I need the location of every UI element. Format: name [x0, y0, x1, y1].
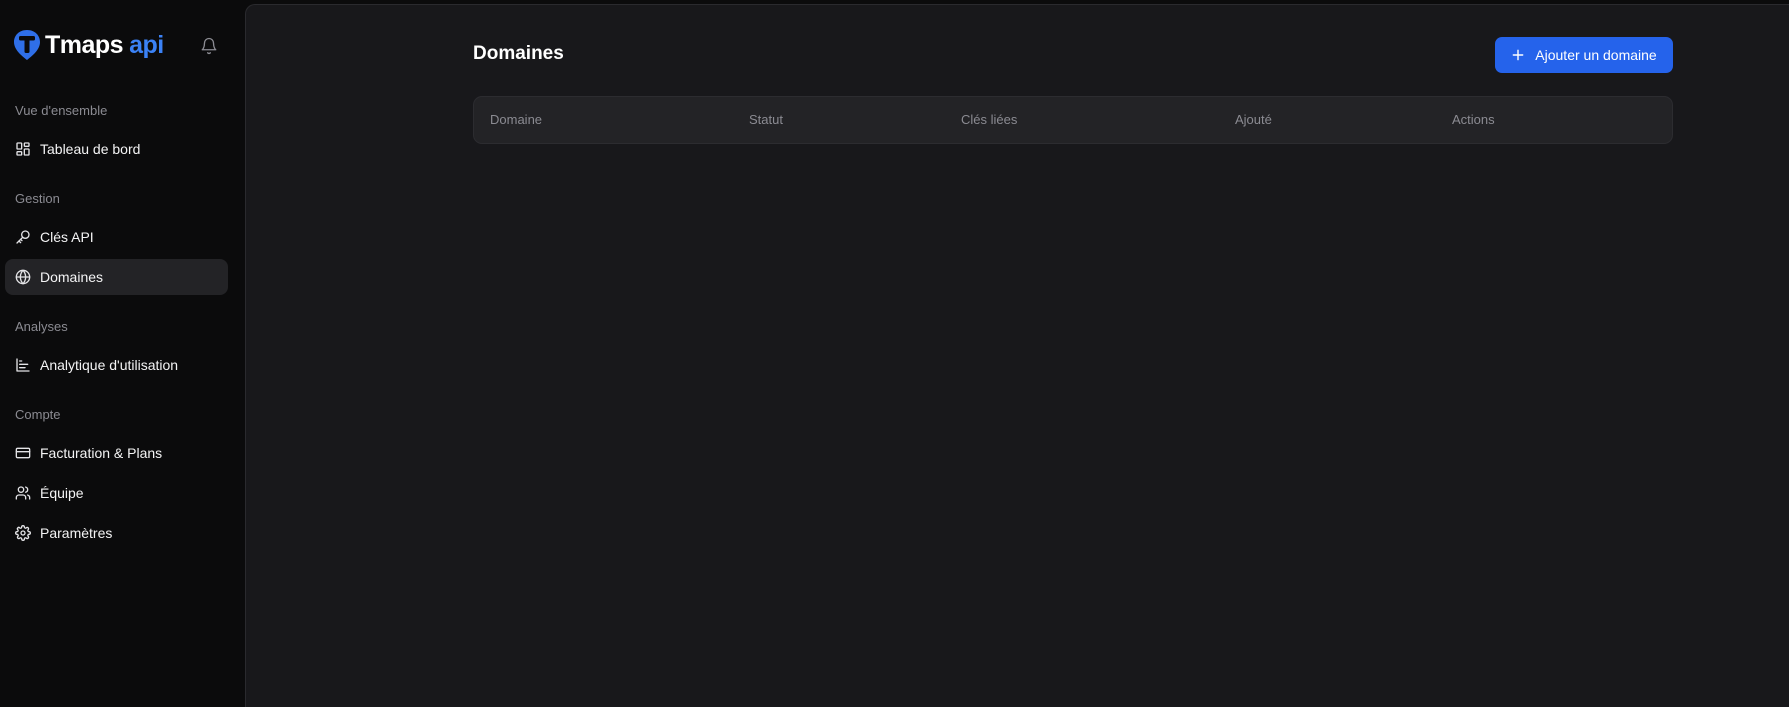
- column-header-actions: Actions: [1452, 112, 1495, 127]
- column-header-linked-keys[interactable]: Clés liées: [961, 112, 1017, 127]
- column-header-domain[interactable]: Domaine: [490, 112, 542, 127]
- key-icon: [16, 230, 30, 244]
- sidebar-item-billing[interactable]: Facturation & Plans: [5, 435, 228, 471]
- credit-card-icon: [15, 447, 31, 459]
- brand-suffix: api: [129, 30, 164, 59]
- sidebar-item-team[interactable]: Équipe: [5, 475, 228, 511]
- domains-table: Domaine Statut Clés liées Ajouté Actions: [473, 96, 1673, 144]
- bell-icon[interactable]: [200, 37, 218, 55]
- sidebar-item-label: Tableau de bord: [40, 141, 141, 157]
- app-root: Tmaps api Vue d'ensemble Tableau de bord…: [0, 0, 1789, 707]
- sidebar-item-label: Clés API: [40, 229, 94, 245]
- main-panel: Domaines Ajouter un domaine Domaine Stat…: [245, 4, 1789, 707]
- dashboard-icon: [16, 142, 30, 156]
- sidebar-item-label: Domaines: [40, 269, 104, 285]
- brand-logo-link[interactable]: Tmaps api: [12, 28, 164, 62]
- globe-icon: [15, 269, 31, 285]
- sidebar-item-usage-analytics[interactable]: Analytique d'utilisation: [5, 347, 228, 383]
- chart-icon: [16, 358, 30, 372]
- sidebar-item-dashboard[interactable]: Tableau de bord: [5, 131, 228, 167]
- sidebar-item-label: Facturation & Plans: [40, 445, 163, 461]
- sidebar: Tmaps api Vue d'ensemble Tableau de bord…: [0, 0, 245, 707]
- column-header-status[interactable]: Statut: [749, 112, 783, 127]
- sidebar-item-label: Équipe: [40, 485, 84, 501]
- brand-name: Tmaps: [45, 30, 124, 59]
- sidebar-item-api-keys[interactable]: Clés API: [5, 219, 228, 255]
- plus-icon: [1512, 49, 1524, 61]
- tmaps-logo-icon: [14, 30, 40, 60]
- sidebar-item-label: Analytique d'utilisation: [40, 357, 179, 373]
- section-label-overview: Vue d'ensemble: [15, 103, 108, 118]
- add-domain-button-label: Ajouter un domaine: [1535, 47, 1657, 63]
- section-label-account: Compte: [15, 407, 61, 422]
- section-label-management: Gestion: [15, 191, 60, 206]
- sidebar-item-label: Paramètres: [40, 525, 113, 541]
- users-icon: [15, 486, 31, 500]
- column-header-added[interactable]: Ajouté: [1235, 112, 1272, 127]
- section-label-analytics: Analyses: [15, 319, 68, 334]
- sidebar-item-settings[interactable]: Paramètres: [5, 515, 228, 551]
- add-domain-button[interactable]: Ajouter un domaine: [1495, 37, 1673, 73]
- gear-icon: [15, 525, 31, 541]
- page-title: Domaines: [473, 43, 564, 64]
- sidebar-item-domains[interactable]: Domaines: [5, 259, 228, 295]
